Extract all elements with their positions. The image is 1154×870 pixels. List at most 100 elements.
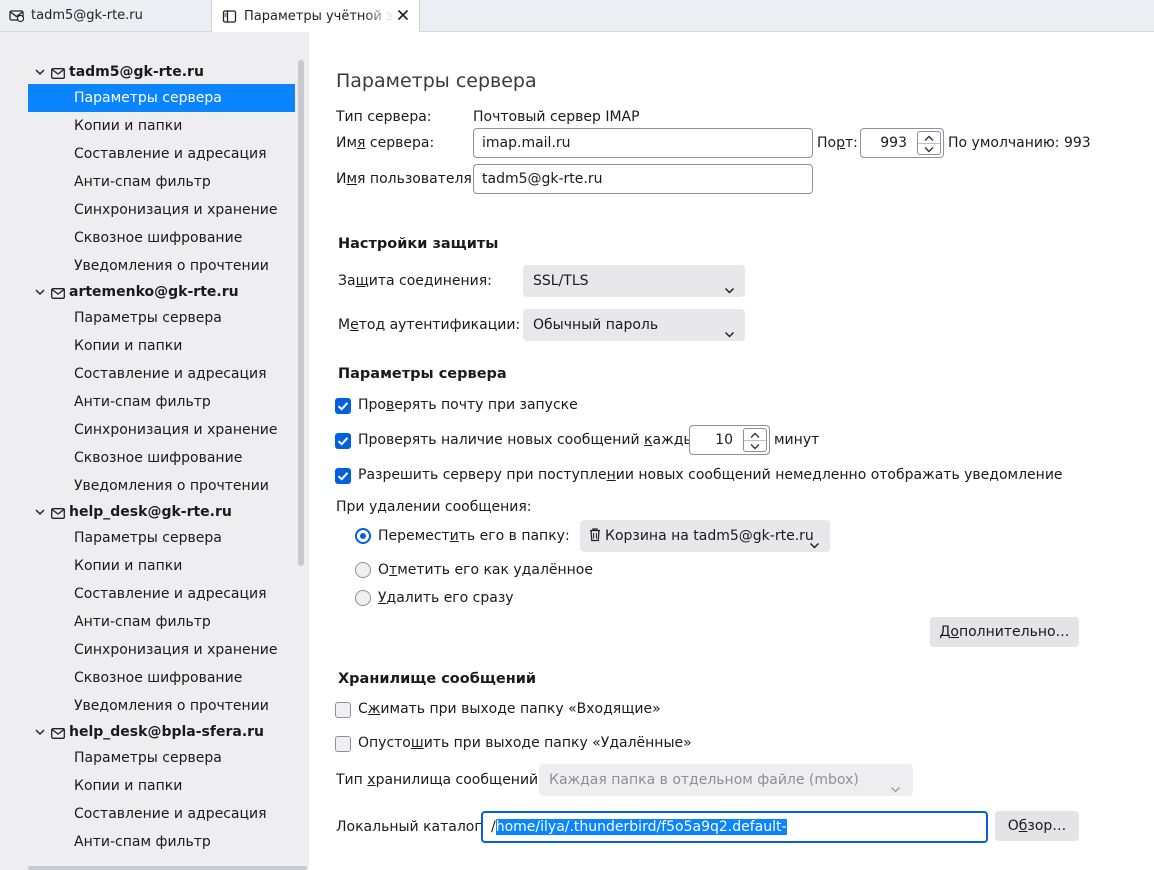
sidebar-item[interactable]: Анти-спам фильтр	[28, 828, 295, 856]
sidebar-item[interactable]: Анти-спам фильтр	[28, 608, 295, 636]
sidebar-item[interactable]: Копии и папки	[28, 112, 295, 140]
sidebar-item[interactable]: Синхронизация и хранение	[28, 636, 295, 664]
sidebar-item[interactable]: Составление и адресация	[28, 580, 295, 608]
chevron-down-icon[interactable]	[744, 440, 766, 451]
chevron-down-icon[interactable]	[34, 286, 46, 298]
tab-bar: tadm5@gk-rte.ru Параметры учётной записи	[0, 0, 1154, 32]
account-2[interactable]: help_desk@gk-rte.ru	[34, 500, 232, 524]
check-interval-value: 10	[715, 432, 733, 448]
check-interval-stepper[interactable]: 10	[689, 425, 770, 455]
storage-heading: Хранилище сообщений	[338, 671, 537, 687]
remove-immediately-label[interactable]: Удалить его сразу	[378, 590, 514, 606]
mail-account-icon	[51, 727, 65, 739]
sidebar-item[interactable]: Копии и папки	[28, 552, 295, 580]
sidebar-item[interactable]: Уведомления о прочтении	[28, 252, 295, 280]
account-0[interactable]: tadm5@gk-rte.ru	[34, 60, 204, 84]
trash-folder-select[interactable]: Корзина на tadm5@gk-rte.ru	[580, 520, 830, 552]
sidebar-scrollbar[interactable]	[298, 60, 304, 566]
account-1[interactable]: artemenko@gk-rte.ru	[34, 280, 239, 304]
auth-method-label: Метод аутентификации:	[338, 317, 521, 333]
advanced-button[interactable]: Дополнительно…	[930, 617, 1079, 647]
tab-mail[interactable]: tadm5@gk-rte.ru	[0, 0, 210, 31]
check-interval-checkbox[interactable]	[335, 433, 351, 449]
sidebar-item[interactable]: Параметры сервера	[28, 304, 295, 332]
server-name-input[interactable]: imap.mail.ru	[473, 128, 813, 158]
sidebar-item[interactable]: Сквозное шифрование	[28, 224, 295, 252]
chevron-down-icon	[724, 276, 735, 294]
sidebar-item[interactable]: Анти-спам фильтр	[28, 168, 295, 196]
chevron-down-icon	[724, 320, 735, 338]
port-spin-buttons[interactable]	[917, 131, 941, 155]
server-settings-heading: Параметры сервера	[338, 366, 507, 382]
port-default-label: По умолчанию: 993	[948, 135, 1091, 151]
account-name: artemenko@gk-rte.ru	[69, 284, 239, 300]
store-type-label: Тип хранилища сообщений:	[336, 772, 543, 788]
port-stepper[interactable]: 993	[860, 128, 944, 158]
sidebar-item[interactable]: Уведомления о прочтении	[28, 472, 295, 500]
compact-inbox-label[interactable]: Сжимать при выходе папку «Входящие»	[358, 701, 661, 717]
sidebar-item[interactable]: Сквозное шифрование	[28, 444, 295, 472]
sidebar-item[interactable]: Анти-спам фильтр	[28, 388, 295, 416]
local-directory-selection: home/ilya/.thunderbird/f5o5a9q2.default-…	[491, 819, 787, 841]
check-on-startup-label[interactable]: Проверять почту при запуске	[358, 397, 578, 413]
interval-spin-buttons[interactable]	[743, 428, 767, 452]
sidebar-item[interactable]: Составление и адресация	[28, 140, 295, 168]
on-delete-label: При удалении сообщения:	[336, 499, 532, 515]
auth-method-value: Обычный пароль	[533, 317, 659, 333]
server-type-label: Тип сервера:	[336, 109, 432, 125]
sidebar-item[interactable]: Параметры сервера	[28, 524, 295, 552]
page-title: Параметры сервера	[336, 70, 537, 92]
server-type-value: Почтовый сервер IMAP	[473, 109, 640, 125]
mark-deleted-label[interactable]: Отметить его как удалённое	[378, 562, 593, 578]
port-value: 993	[880, 135, 907, 151]
empty-trash-label[interactable]: Опустошить при выходе папку «Удалённые»	[358, 735, 692, 751]
checkmark-icon	[337, 437, 349, 446]
chevron-down-icon[interactable]	[34, 506, 46, 518]
chevron-down-icon[interactable]	[34, 726, 46, 738]
sidebar-item[interactable]: Копии и папки	[28, 332, 295, 360]
store-type-select[interactable]: Каждая папка в отдельном файле (mbox)	[539, 764, 913, 796]
account-3[interactable]: help_desk@bpla-sfera.ru	[34, 720, 264, 744]
check-on-startup-checkbox[interactable]	[335, 398, 351, 414]
sidebar-item[interactable]: Составление и адресация	[28, 800, 295, 828]
local-directory-input[interactable]: /home/ilya/.thunderbird/f5o5a9q2.default…	[481, 811, 988, 843]
connection-security-label: Защита соединения:	[338, 273, 492, 289]
allow-notifications-label[interactable]: Разрешить серверу при поступлении новых …	[358, 467, 1063, 483]
sidebar-item[interactable]: Параметры сервера	[28, 744, 295, 772]
sidebar-horizontal-scrollbar[interactable]	[28, 866, 307, 870]
move-to-folder-label[interactable]: Переместить его в папку:	[378, 528, 570, 544]
check-interval-label[interactable]: Проверять наличие новых сообщений каждые	[358, 432, 703, 448]
sidebar-item[interactable]: Синхронизация и хранение	[28, 196, 295, 224]
server-name-label: Имя сервера:	[336, 135, 435, 151]
sidebar-item[interactable]: Синхронизация и хранение	[28, 416, 295, 444]
connection-security-select[interactable]: SSL/TLS	[523, 265, 745, 297]
sidebar-item[interactable]: Копии и папки	[28, 772, 295, 800]
compact-inbox-checkbox[interactable]	[335, 702, 351, 718]
sidebar-item[interactable]: Составление и адресация	[28, 360, 295, 388]
auth-method-select[interactable]: Обычный пароль	[523, 309, 745, 341]
sidebar-item[interactable]: Параметры сервера	[28, 84, 295, 112]
chevron-down-icon[interactable]	[918, 143, 940, 154]
account-name: tadm5@gk-rte.ru	[69, 64, 204, 80]
username-label: Имя пользователя:	[336, 171, 477, 187]
chevron-down-icon[interactable]	[34, 66, 46, 78]
username-input[interactable]: tadm5@gk-rte.ru	[473, 164, 813, 194]
allow-notifications-checkbox[interactable]	[335, 468, 351, 484]
move-to-folder-radio[interactable]	[355, 528, 371, 544]
tab-account-settings[interactable]: Параметры учётной записи	[211, 0, 420, 32]
settings-tab-icon	[222, 9, 237, 24]
port-label: Порт:	[817, 135, 858, 151]
interval-unit-label: минут	[774, 432, 820, 448]
tab-mail-label: tadm5@gk-rte.ru	[31, 8, 143, 23]
mark-deleted-radio[interactable]	[355, 562, 371, 578]
remove-immediately-radio[interactable]	[355, 590, 371, 606]
trash-icon	[588, 522, 602, 542]
browse-button[interactable]: Обзор…	[995, 811, 1079, 841]
mail-account-icon	[51, 507, 65, 519]
connection-security-value: SSL/TLS	[533, 273, 589, 289]
close-icon[interactable]	[395, 7, 411, 23]
empty-trash-checkbox[interactable]	[335, 736, 351, 752]
sidebar-item[interactable]: Уведомления о прочтении	[28, 692, 295, 720]
checkmark-icon	[337, 402, 349, 411]
sidebar-item[interactable]: Сквозное шифрование	[28, 664, 295, 692]
